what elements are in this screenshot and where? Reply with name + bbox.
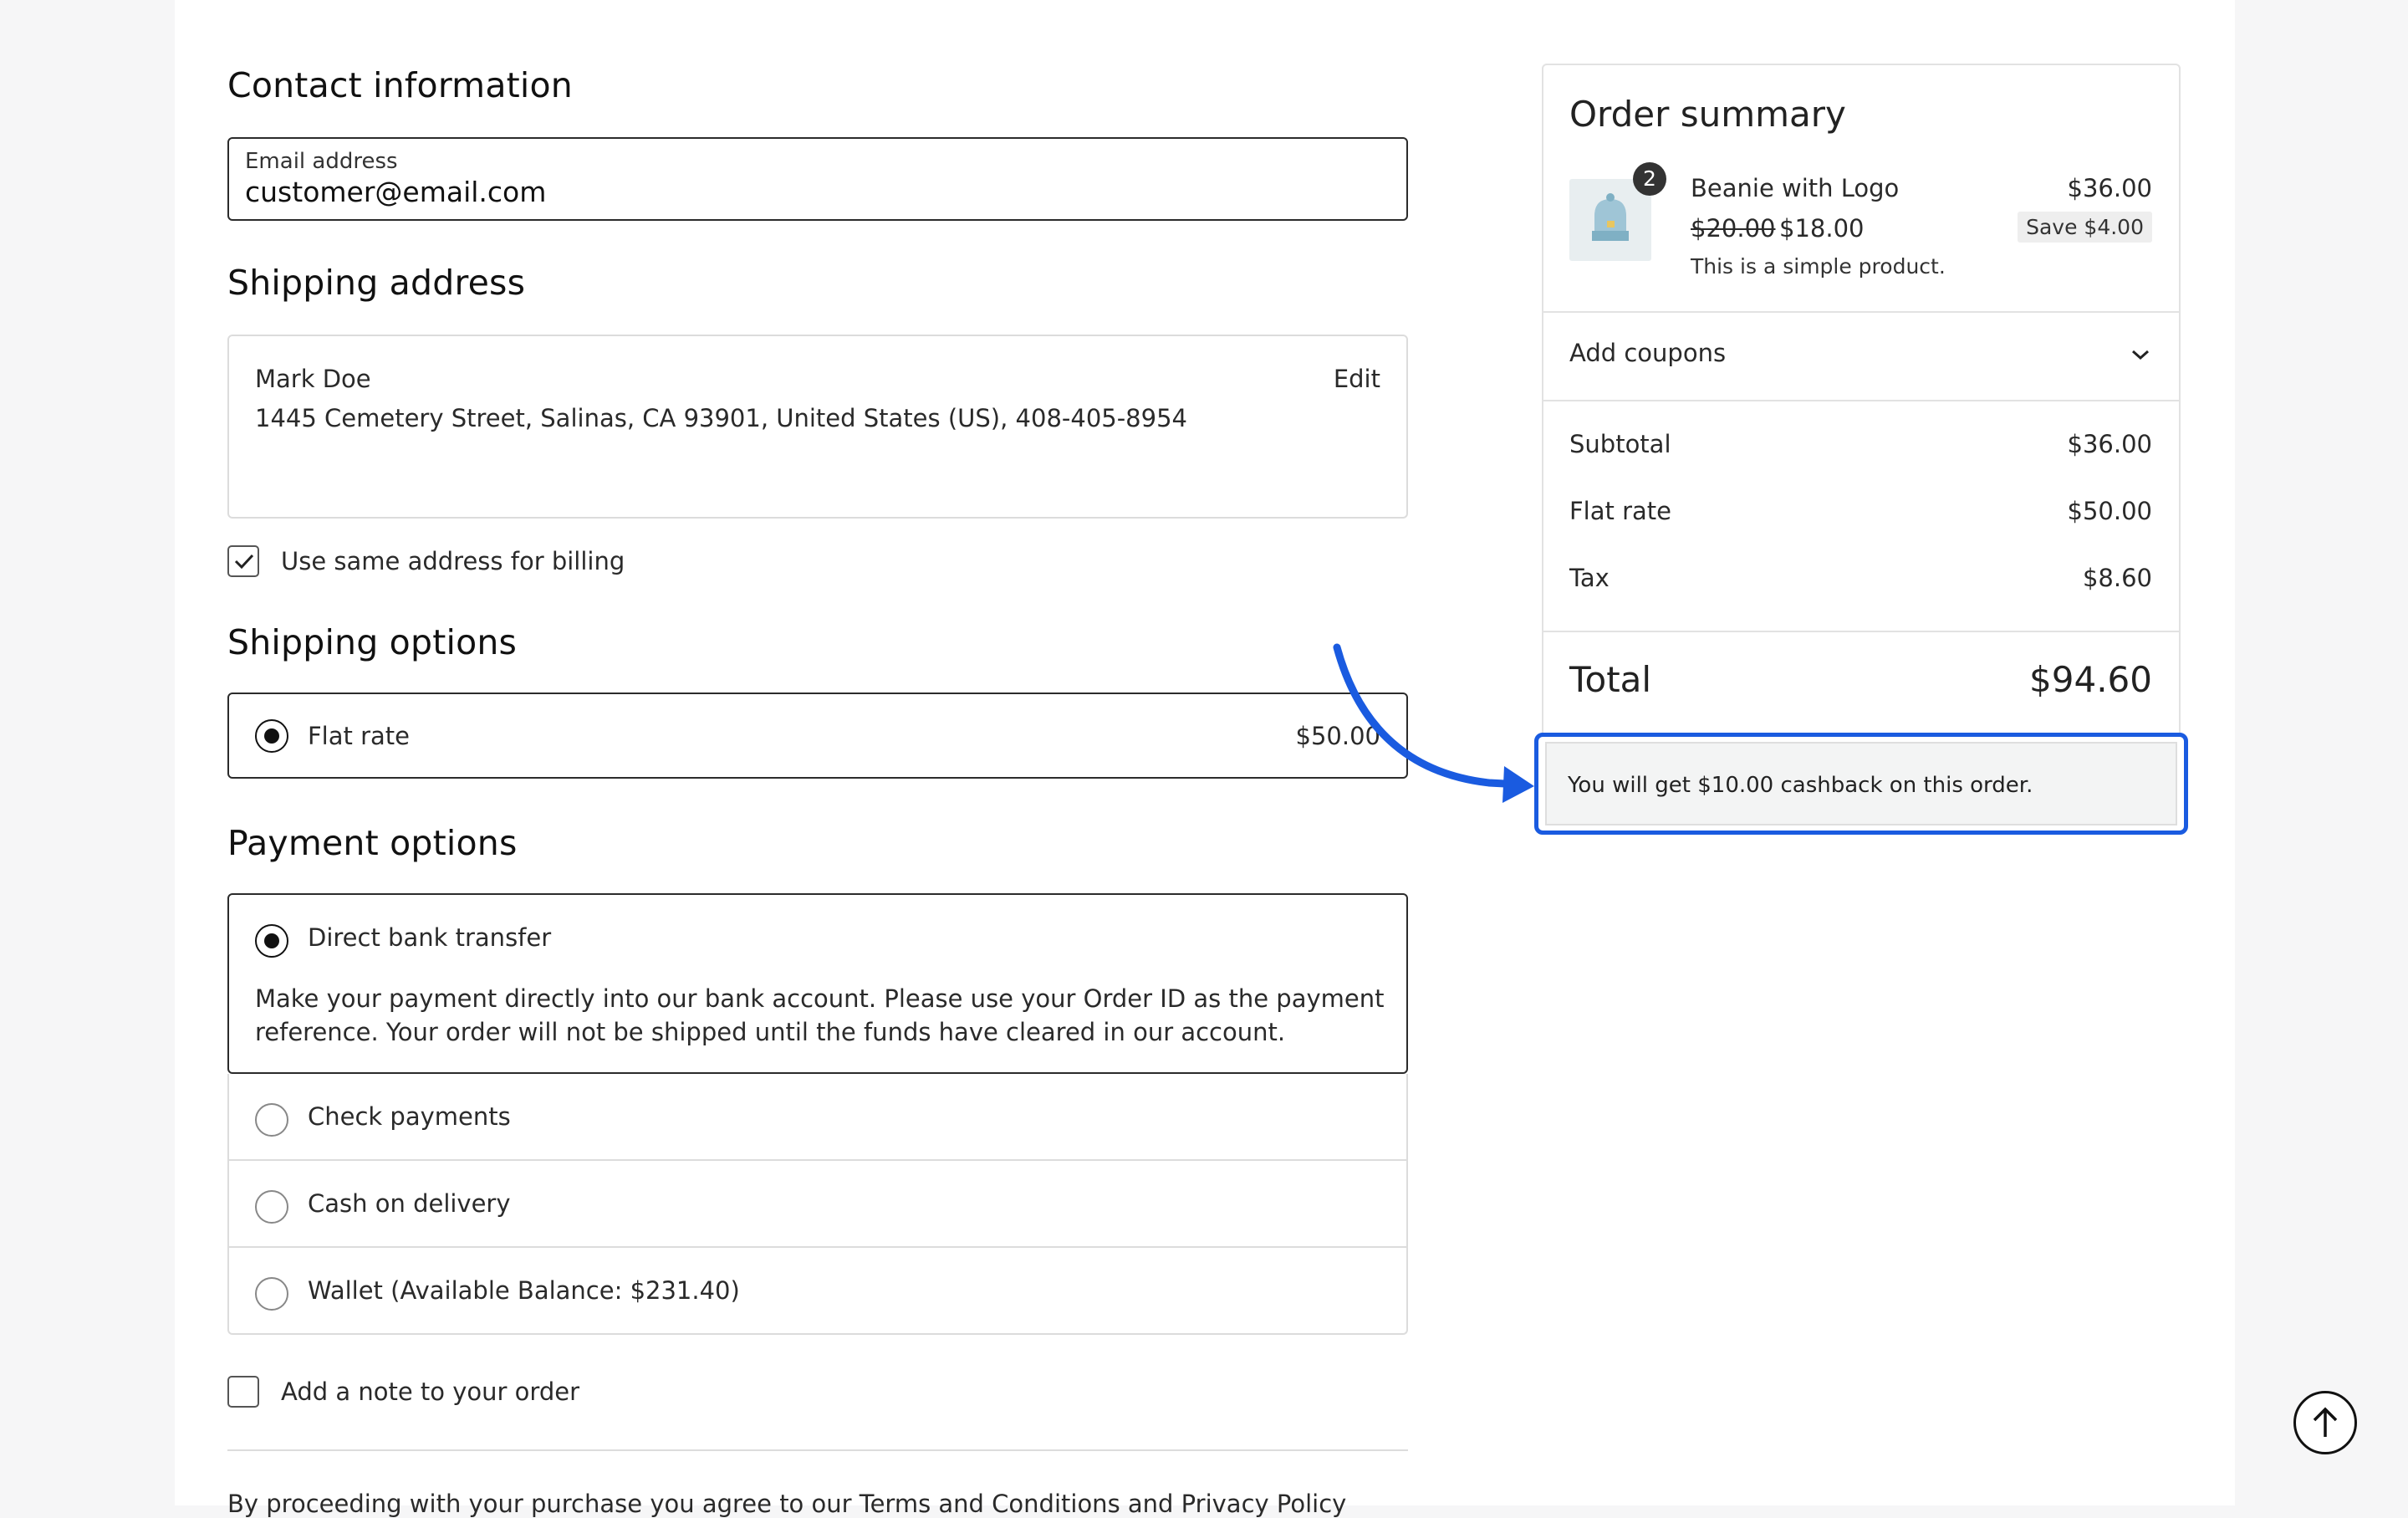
bank-transfer-label: Direct bank transfer (308, 923, 552, 952)
bank-transfer-description: Make your payment directly into our bank… (255, 984, 1385, 1046)
order-note-checkbox[interactable] (227, 1376, 259, 1408)
bank-transfer-radio[interactable] (255, 924, 288, 958)
subtotal-label: Subtotal (1569, 430, 1671, 458)
wallet-label: Wallet (Available Balance: $231.40) (308, 1276, 740, 1305)
quantity-badge: 2 (1633, 162, 1666, 196)
divider (1543, 400, 2179, 401)
email-field[interactable]: Email address customer@email.com (227, 137, 1408, 221)
same-address-label: Use same address for billing (281, 547, 625, 575)
order-summary-heading: Order summary (1569, 94, 1846, 135)
shipping-options-heading: Shipping options (227, 622, 518, 662)
flat-rate-label: Flat rate (308, 722, 411, 750)
cashback-text: You will get $10.00 cashback on this ord… (1568, 773, 2033, 798)
edit-address-link[interactable]: Edit (1334, 365, 1380, 393)
payment-option-cod[interactable]: Cash on delivery (227, 1161, 1408, 1248)
check-payments-label: Check payments (308, 1102, 511, 1131)
add-coupons-label: Add coupons (1569, 339, 1727, 367)
address-line: 1445 Cemetery Street, Salinas, CA 93901,… (255, 404, 1187, 432)
total-value: $94.60 (2029, 659, 2152, 700)
tax-label: Tax (1569, 564, 1610, 592)
payment-option-check[interactable]: Check payments (227, 1074, 1408, 1161)
product-description: This is a simple product. (1691, 254, 1946, 279)
shipping-cost-value: $50.00 (2067, 497, 2152, 525)
payment-option-wallet[interactable]: Wallet (Available Balance: $231.40) (227, 1248, 1408, 1335)
check-payments-radio[interactable] (255, 1103, 288, 1137)
payment-options-heading: Payment options (227, 823, 518, 863)
regular-price: $20.00 (1691, 214, 1776, 243)
contact-heading: Contact information (227, 65, 573, 105)
product-name: Beanie with Logo (1691, 174, 1900, 202)
shipping-cost-label: Flat rate (1569, 497, 1672, 525)
address-name: Mark Doe (255, 365, 371, 393)
shipping-option-flat-rate[interactable]: Flat rate $50.00 (227, 693, 1408, 779)
divider (227, 1449, 1408, 1451)
save-badge: Save $4.00 (2018, 212, 2152, 243)
sale-price: $18.00 (1779, 214, 1865, 243)
product-line-total: $36.00 (2067, 174, 2152, 202)
subtotal-value: $36.00 (2067, 430, 2152, 458)
divider (1543, 631, 2179, 632)
tax-value: $8.60 (2082, 564, 2152, 592)
flat-rate-radio[interactable] (255, 719, 288, 753)
scroll-to-top-button[interactable] (2293, 1391, 2357, 1454)
email-value[interactable]: customer@email.com (245, 176, 546, 208)
email-label: Email address (245, 149, 398, 174)
cashback-notice: You will get $10.00 cashback on this ord… (1534, 733, 2188, 835)
cashback-notice-box: You will get $10.00 cashback on this ord… (1545, 742, 2177, 825)
shipping-address-card: Mark Doe 1445 Cemetery Street, Salinas, … (227, 335, 1408, 519)
arrow-up-icon (2313, 1407, 2338, 1437)
terms-text: By proceeding with your purchase you agr… (227, 1490, 1347, 1518)
chevron-down-icon (2132, 350, 2149, 360)
order-note-label: Add a note to your order (281, 1377, 579, 1406)
same-address-checkbox[interactable] (227, 545, 259, 577)
cod-label: Cash on delivery (308, 1189, 511, 1218)
cod-radio[interactable] (255, 1190, 288, 1224)
payment-option-bank-transfer[interactable]: Direct bank transfer Make your payment d… (227, 893, 1408, 1074)
shipping-address-heading: Shipping address (227, 263, 526, 303)
add-coupons-toggle[interactable]: Add coupons (1543, 313, 2179, 400)
wallet-radio[interactable] (255, 1277, 288, 1311)
check-icon (234, 554, 254, 570)
